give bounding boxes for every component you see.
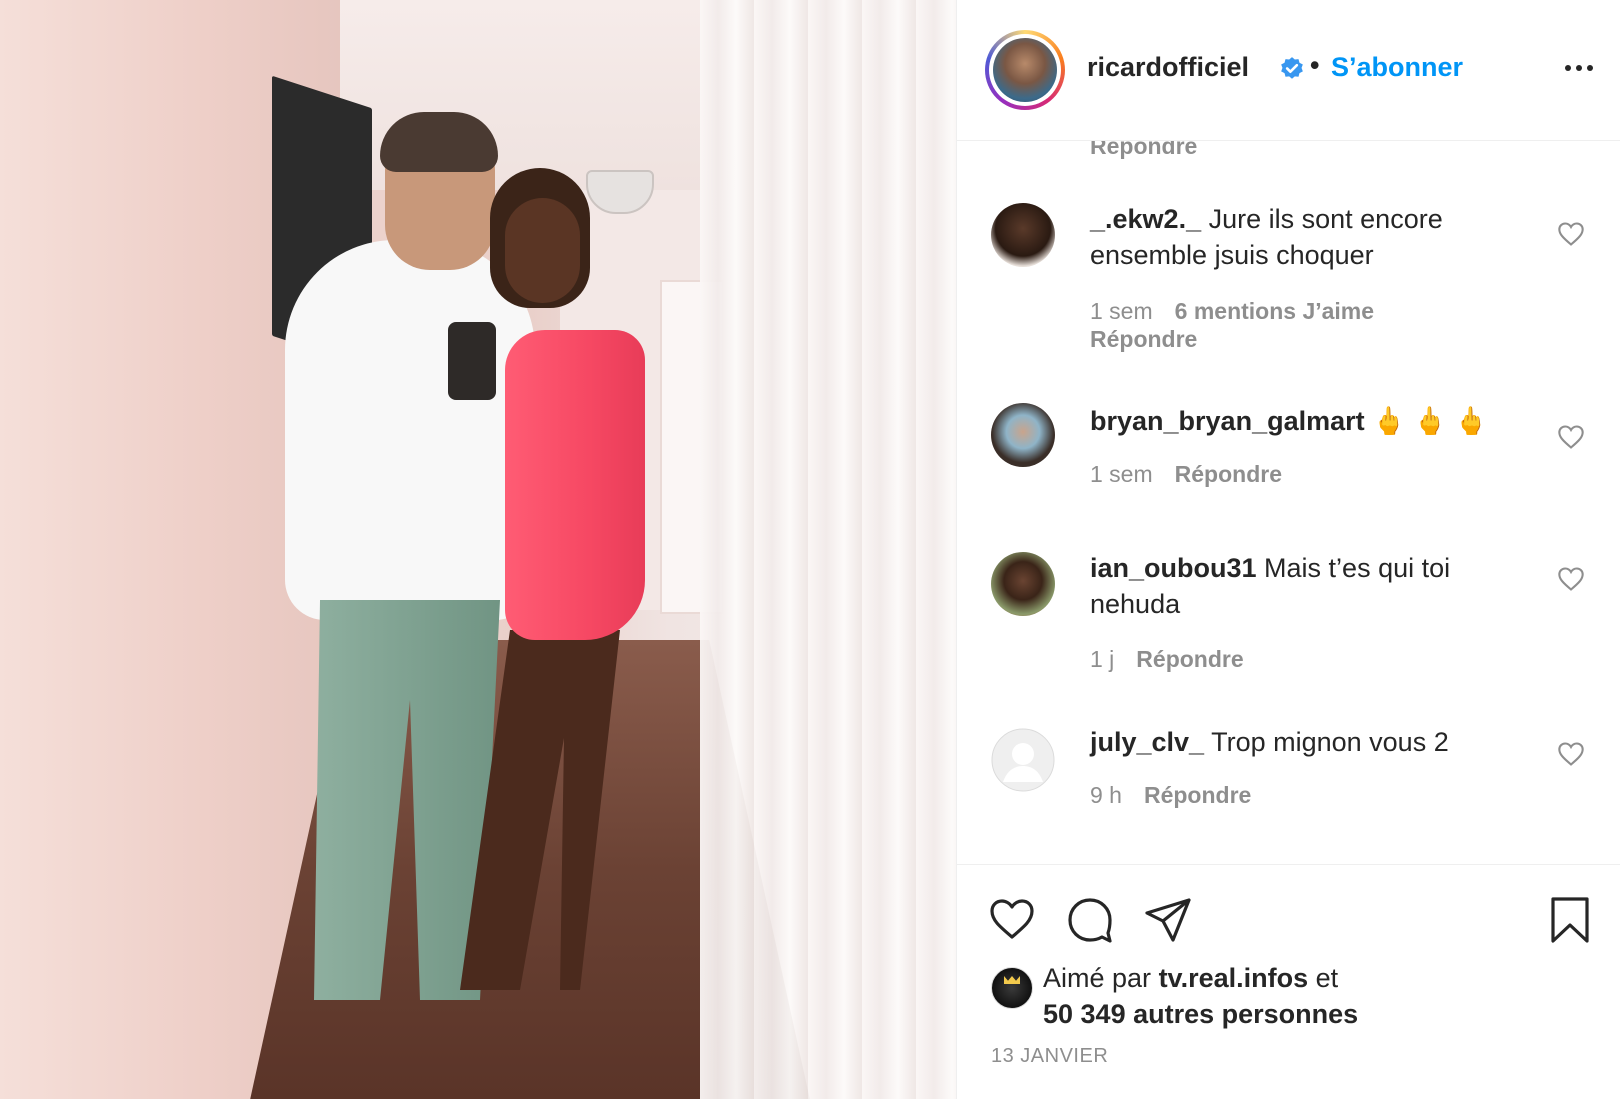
comment-reply-button[interactable]: Répondre bbox=[1144, 782, 1251, 808]
post-date[interactable]: 13 JANVIER bbox=[991, 1045, 1108, 1068]
reply-link[interactable]: Répondre bbox=[1090, 141, 1197, 160]
post-header: ricardofficiel • S’abonner bbox=[957, 0, 1620, 141]
photo-man-hair bbox=[380, 112, 498, 172]
comment-like-heart-icon[interactable] bbox=[1557, 424, 1585, 450]
post-side-panel: ricardofficiel • S’abonner Répondre _.ek… bbox=[956, 0, 1620, 1100]
header-separator: • bbox=[1310, 50, 1320, 80]
photo-woman-face bbox=[505, 198, 580, 303]
liker-avatar[interactable] bbox=[991, 967, 1033, 1009]
commenter-username[interactable]: bryan_bryan_galmart bbox=[1090, 406, 1365, 436]
photo-phone bbox=[448, 322, 496, 400]
comment-icon[interactable] bbox=[1065, 895, 1115, 945]
comment-meta: 9 h Répondre bbox=[1090, 782, 1251, 809]
comment-time: 1 j bbox=[1090, 646, 1115, 672]
comment-like-heart-icon[interactable] bbox=[1557, 221, 1585, 247]
photo-man-hoodie bbox=[285, 240, 535, 620]
crown-icon bbox=[1004, 976, 1020, 984]
comment-reply-button[interactable]: Répondre bbox=[1090, 326, 1197, 353]
likes-others-link[interactable]: 50 349 autres personnes bbox=[1043, 996, 1358, 1032]
photo-woman-dress bbox=[505, 330, 645, 640]
comment-time: 1 sem bbox=[1090, 298, 1153, 324]
more-options-icon[interactable] bbox=[1561, 54, 1597, 82]
commenter-username[interactable]: ian_oubou31 bbox=[1090, 553, 1257, 583]
comments-list[interactable]: Répondre _.ekw2._ Jure ils sont encore e… bbox=[957, 141, 1620, 863]
comment-time: 9 h bbox=[1090, 782, 1122, 808]
comment-like-heart-icon[interactable] bbox=[1557, 566, 1585, 592]
author-avatar[interactable] bbox=[985, 30, 1065, 110]
comment-meta: 1 sem 6 mentions J’aime bbox=[1090, 298, 1374, 325]
photo-curtain bbox=[700, 0, 956, 1099]
liked-by-and: et bbox=[1315, 963, 1339, 993]
commenter-username[interactable]: _.ekw2._ bbox=[1090, 204, 1201, 234]
comment-body: _.ekw2._ Jure ils sont encore ensemble j… bbox=[1090, 201, 1530, 273]
comment-time: 1 sem bbox=[1090, 461, 1153, 487]
liked-by-username[interactable]: tv.real.infos bbox=[1159, 963, 1309, 993]
comment-body: bryan_bryan_galmart 🖕 🖕 🖕 bbox=[1090, 403, 1550, 439]
liked-by-line: Aimé par tv.real.infos et bbox=[1043, 960, 1338, 996]
commenter-username[interactable]: july_clv_ bbox=[1090, 727, 1204, 757]
comment-likes-count[interactable]: 6 mentions J’aime bbox=[1175, 298, 1374, 324]
liked-by-prefix: Aimé par bbox=[1043, 963, 1152, 993]
comment-text: 🖕 🖕 🖕 bbox=[1372, 406, 1488, 436]
comment-body: july_clv_ Trop mignon vous 2 bbox=[1090, 724, 1530, 760]
commenter-avatar[interactable] bbox=[991, 203, 1055, 267]
comment-body: ian_oubou31 Mais t’es qui toi nehuda bbox=[1090, 550, 1530, 622]
comment-meta: 1 sem Répondre bbox=[1090, 461, 1282, 488]
follow-button[interactable]: S’abonner bbox=[1331, 52, 1463, 83]
comment-reply-button[interactable]: Répondre bbox=[1136, 646, 1243, 672]
author-avatar-border bbox=[989, 34, 1061, 106]
comment-like-heart-icon[interactable] bbox=[1557, 741, 1585, 767]
share-icon[interactable] bbox=[1143, 895, 1193, 945]
author-username[interactable]: ricardofficiel bbox=[1087, 52, 1249, 83]
default-avatar-icon[interactable] bbox=[991, 728, 1055, 792]
comment-text: Trop mignon vous 2 bbox=[1211, 727, 1449, 757]
commenter-avatar[interactable] bbox=[991, 552, 1055, 616]
comment-meta: 1 j Répondre bbox=[1090, 646, 1244, 673]
bookmark-icon[interactable] bbox=[1545, 895, 1595, 945]
commenter-avatar[interactable] bbox=[991, 403, 1055, 467]
verified-badge-icon bbox=[1281, 57, 1303, 79]
post-photo[interactable] bbox=[0, 0, 956, 1099]
post-actions-footer: Aimé par tv.real.infos et 50 349 autres … bbox=[957, 864, 1620, 1100]
comment-reply-button[interactable]: Répondre bbox=[1175, 461, 1282, 487]
heart-icon[interactable] bbox=[987, 895, 1037, 945]
author-avatar-image bbox=[993, 38, 1057, 102]
